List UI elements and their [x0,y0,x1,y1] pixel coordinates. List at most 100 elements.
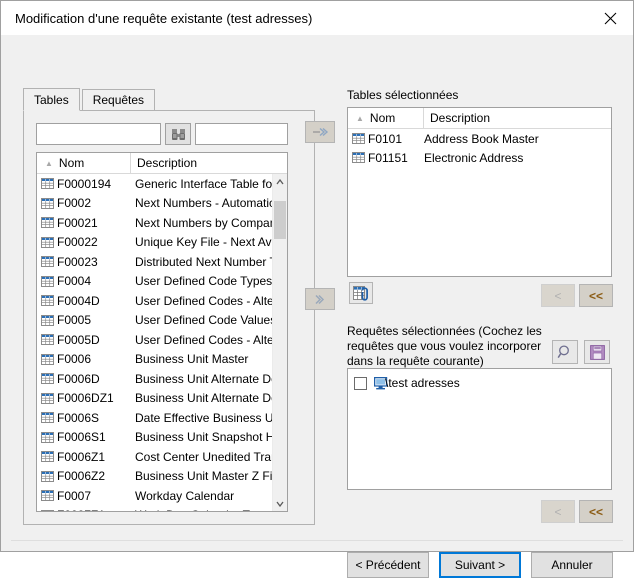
table-icon-cell [348,133,368,144]
selected-requests-body[interactable]: \test adresses [348,369,611,489]
column-header-nom[interactable]: ▲ Nom [37,153,131,174]
table-row-description: User Defined Code Types [131,274,287,288]
tables-list-body[interactable]: F0000194Generic Interface Table for ...F… [37,174,287,511]
table-row[interactable]: F0006Business Unit Master [37,350,287,370]
table-icon [352,152,365,163]
sel-column-header-nom[interactable]: ▲ Nom [348,108,424,129]
table-row-name: F0000194 [57,177,131,191]
table-row-description: Business Unit Snapshot He... [131,430,287,444]
table-row-description: Workday Calendar [131,489,287,503]
table-icon-cell [37,198,57,209]
sel-column-header-nom-label: Nom [370,111,395,125]
table-row[interactable]: F0004User Defined Code Types [37,272,287,292]
selected-table-row[interactable]: F01151Electronic Address [348,148,611,167]
table-row[interactable]: F00021Next Numbers by Company... [37,213,287,233]
table-row[interactable]: F0006S1Business Unit Snapshot He... [37,428,287,448]
selected-tables-label: Tables sélectionnées [347,88,458,102]
dialog-window: Modification d'une requête existante (te… [0,0,634,552]
sel-column-header-description-label: Description [430,111,490,125]
sel-column-header-description[interactable]: Description [424,108,490,129]
remove-table-button[interactable]: < [541,284,575,307]
search-description-input[interactable] [195,123,288,145]
table-row[interactable]: F0007Workday Calendar [37,486,287,506]
binoculars-icon [171,128,186,141]
table-row-description: User Defined Codes - Alter... [131,294,287,308]
table-row-name: F00021 [57,216,131,230]
table-icon-cell [37,295,57,306]
table-row-name: F0007 [57,489,131,503]
add-request-button[interactable] [305,288,335,310]
table-icon-cell [37,256,57,267]
table-row-name: F0006Z2 [57,469,131,483]
arrow-right-icon [314,294,326,305]
table-row-name: F0002 [57,196,131,210]
find-button[interactable] [165,123,191,145]
table-icon-cell [37,393,57,404]
remove-all-tables-label: << [589,289,603,303]
tables-list[interactable]: ▲ Nom Description F0000194Generic Interf… [36,152,288,512]
table-row-description: Business Unit Alternate De... [131,372,287,386]
scroll-down-button[interactable] [273,496,287,511]
remove-request-button[interactable]: < [541,500,575,523]
next-button-label: Suivant > [455,558,505,572]
remove-all-tables-button[interactable]: << [579,284,613,307]
table-row-description: Work Day Calendar Transa... [131,508,287,511]
close-button[interactable] [588,2,633,35]
column-header-description[interactable]: Description [131,153,197,174]
table-row[interactable]: F0006Z2Business Unit Master Z File [37,467,287,487]
scroll-thumb[interactable] [274,201,286,239]
table-icon [41,217,54,228]
cancel-button[interactable]: Annuler [531,552,613,578]
sort-ascending-icon: ▲ [356,114,364,123]
table-attach-icon [353,286,369,301]
table-icon-cell [37,451,57,462]
table-icon [41,178,54,189]
attach-table-button[interactable] [349,282,373,304]
tab-tables[interactable]: Tables [23,88,80,111]
save-request-button[interactable] [584,340,610,364]
table-row[interactable]: F00023Distributed Next Number T... [37,252,287,272]
remove-all-requests-button[interactable]: << [579,500,613,523]
table-row[interactable]: F0007Z1Work Day Calendar Transa... [37,506,287,512]
find-request-button[interactable] [552,340,578,364]
table-row-description: Generic Interface Table for ... [131,177,287,191]
table-row[interactable]: F0004DUser Defined Codes - Alter... [37,291,287,311]
table-row[interactable]: F0006Z1Cost Center Unedited Tran... [37,447,287,467]
back-button[interactable]: < Précédent [347,552,429,578]
selected-requests-list[interactable]: \test adresses [347,368,612,490]
table-icon-cell [37,354,57,365]
table-row[interactable]: F0002Next Numbers - Automatic [37,194,287,214]
window-title: Modification d'une requête existante (te… [1,11,312,26]
chevron-up-icon [276,179,284,185]
selected-tables-body[interactable]: F0101Address Book MasterF01151Electronic… [348,129,611,276]
table-row[interactable]: F0006DZ1Business Unit Alternate De... [37,389,287,409]
column-header-nom-label: Nom [59,156,84,170]
table-row-name: F0006S1 [57,430,131,444]
tab-requetes[interactable]: Requêtes [82,89,155,111]
table-row[interactable]: F0006DBusiness Unit Alternate De... [37,369,287,389]
selected-tables-list[interactable]: ▲ Nom Description F0101Address Book Mast… [347,107,612,277]
close-icon [604,12,617,25]
table-row-name: F0006Z1 [57,450,131,464]
request-checkbox[interactable] [354,377,367,390]
tab-strip: Tables Requêtes [23,89,155,111]
tables-tab-panel: ▲ Nom Description F0000194Generic Interf… [23,110,315,525]
table-row[interactable]: F0000194Generic Interface Table for ... [37,174,287,194]
scroll-track[interactable] [273,189,287,496]
tables-list-header: ▲ Nom Description [37,153,287,174]
table-row[interactable]: F0005User Defined Code Values [37,311,287,331]
table-icon-cell [37,432,57,443]
footer-divider [11,540,623,541]
next-button[interactable]: Suivant > [439,552,521,578]
add-table-button[interactable] [305,121,335,143]
table-row[interactable]: F0006SDate Effective Business Un... [37,408,287,428]
search-name-input[interactable] [36,123,161,145]
table-icon [41,315,54,326]
selected-table-row[interactable]: F0101Address Book Master [348,129,611,148]
table-row[interactable]: F00022Unique Key File - Next Avai... [37,233,287,253]
selected-request-row[interactable]: \test adresses [348,372,611,394]
scroll-up-button[interactable] [273,174,287,189]
table-row[interactable]: F0005DUser Defined Codes - Alter... [37,330,287,350]
tables-list-scrollbar[interactable] [272,174,287,511]
table-icon-cell [37,217,57,228]
